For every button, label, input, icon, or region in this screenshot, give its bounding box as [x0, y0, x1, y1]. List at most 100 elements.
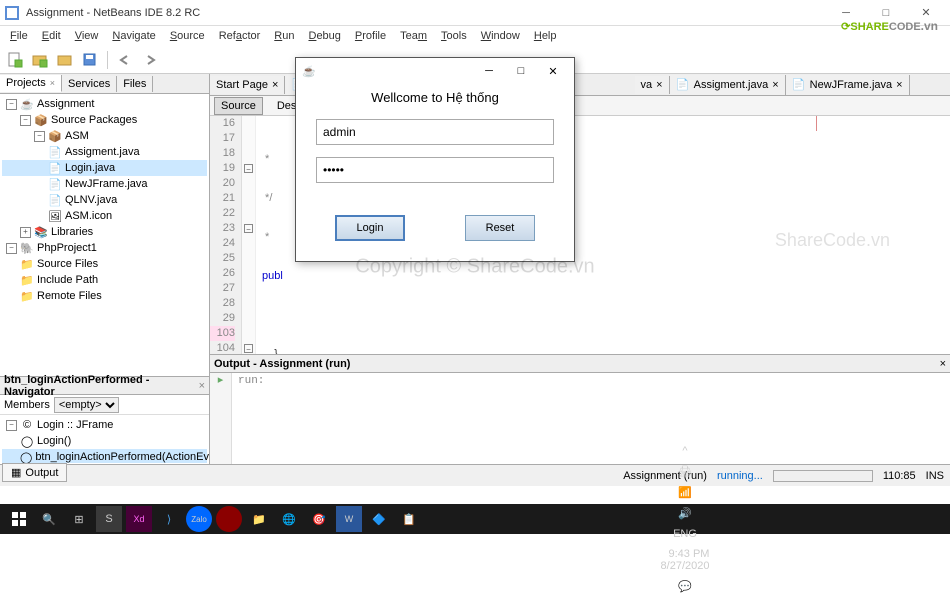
menu-source[interactable]: Source	[164, 28, 211, 44]
tree-file-asmicon[interactable]: 🖼ASM.icon	[2, 208, 207, 224]
java-icon: 📄	[48, 145, 62, 159]
output-toolbar: ▸	[210, 373, 232, 464]
menu-help[interactable]: Help	[528, 28, 563, 44]
java-icon: 📄	[48, 177, 62, 191]
nav-method-login[interactable]: ◯Login()	[2, 433, 207, 449]
login-button[interactable]: Login	[335, 215, 405, 241]
navigator-header: btn_loginActionPerformed - Navigator×	[0, 377, 209, 395]
reset-button[interactable]: Reset	[465, 215, 535, 241]
xd-icon[interactable]: Xd	[126, 506, 152, 532]
dialog-heading: Wellcome to Hệ thống	[316, 90, 554, 105]
menu-run[interactable]: Run	[268, 28, 300, 44]
tree-php-remote[interactable]: 📁Remote Files	[2, 288, 207, 304]
explorer-icon[interactable]: 📁	[246, 506, 272, 532]
members-select[interactable]: <empty>	[54, 397, 119, 413]
menu-view[interactable]: View	[69, 28, 105, 44]
open-button[interactable]	[54, 49, 76, 71]
zalo-icon[interactable]: Zalo	[186, 506, 212, 532]
project-tree[interactable]: −☕Assignment −📦Source Packages −📦ASM 📄As…	[0, 94, 209, 376]
tree-php-include[interactable]: 📁Include Path	[2, 272, 207, 288]
tree-node-phpproject[interactable]: −🐘PhpProject1	[2, 240, 207, 256]
tab-projects[interactable]: Projects×	[0, 75, 62, 92]
tree-node-source-packages[interactable]: −📦Source Packages	[2, 112, 207, 128]
tray-notifications-icon[interactable]: 💬	[678, 580, 692, 593]
menubar: File Edit View Navigate Source Refactor …	[0, 26, 950, 46]
tree-node-libraries[interactable]: +📚Libraries	[2, 224, 207, 240]
tree-file-qlnv[interactable]: 📄QLNV.java	[2, 192, 207, 208]
etab-va[interactable]: va×	[635, 76, 670, 94]
tray-printer-icon[interactable]: 🖨	[678, 465, 692, 478]
dialog-minimize-button[interactable]: ─	[474, 60, 504, 82]
tray-up-icon[interactable]: ^	[682, 445, 687, 457]
undo-button[interactable]	[114, 49, 136, 71]
tree-file-assigment[interactable]: 📄Assigment.java	[2, 144, 207, 160]
chrome-icon[interactable]: 🎯	[306, 506, 332, 532]
vscode-icon[interactable]: ⟩	[156, 506, 182, 532]
nav-method-action[interactable]: ◯btn_loginActionPerformed(ActionEvent ev…	[2, 449, 207, 463]
java-icon: ☕	[302, 65, 316, 78]
app-icon[interactable]	[216, 506, 242, 532]
sublime-icon[interactable]: S	[96, 506, 122, 532]
tree-php-source[interactable]: 📁Source Files	[2, 256, 207, 272]
start-button[interactable]	[6, 506, 32, 532]
username-input[interactable]	[316, 119, 554, 145]
method-icon: ◯	[20, 450, 32, 463]
taskbar: 🔍 ⊞ S Xd ⟩ Zalo 📁 🌐 🎯 W 🔷 📋 ^ 🖨 📶 🔊 ENG …	[0, 504, 950, 534]
tree-file-login[interactable]: 📄Login.java	[2, 160, 207, 176]
java-icon: 📄	[676, 78, 690, 92]
menu-edit[interactable]: Edit	[36, 28, 67, 44]
app2-icon[interactable]: 📋	[396, 506, 422, 532]
menu-navigate[interactable]: Navigate	[106, 28, 161, 44]
menu-team[interactable]: Team	[394, 28, 433, 44]
java-icon: 📄	[48, 193, 62, 207]
close-icon[interactable]: ×	[199, 380, 205, 392]
tray-volume-icon[interactable]: 🔊	[678, 507, 692, 520]
close-icon[interactable]: ×	[50, 78, 55, 88]
tab-files[interactable]: Files	[117, 76, 153, 92]
search-button[interactable]: 🔍	[36, 506, 62, 532]
folder-icon: 📁	[20, 273, 34, 287]
window-title: Assignment - NetBeans IDE 8.2 RC	[26, 7, 826, 19]
etab-newjframe[interactable]: 📄NewJFrame.java×	[786, 75, 910, 95]
edge-icon[interactable]: 🌐	[276, 506, 302, 532]
app-icon	[4, 5, 20, 21]
php-icon: 🐘	[20, 241, 34, 255]
save-all-button[interactable]	[79, 49, 101, 71]
subtab-source[interactable]: Source	[214, 97, 263, 115]
menu-debug[interactable]: Debug	[302, 28, 346, 44]
titlebar: Assignment - NetBeans IDE 8.2 RC ─ □ ✕	[0, 0, 950, 26]
dialog-maximize-button[interactable]: □	[506, 60, 536, 82]
tray-wifi-icon[interactable]: 📶	[678, 486, 692, 499]
nav-class[interactable]: −©Login :: JFrame	[2, 417, 207, 433]
menu-refactor[interactable]: Refactor	[213, 28, 267, 44]
run-icon[interactable]: ▸	[210, 373, 231, 391]
taskview-button[interactable]: ⊞	[66, 506, 92, 532]
tab-services[interactable]: Services	[62, 76, 117, 92]
navigator-members-row: Members <empty>	[0, 395, 209, 415]
tree-file-newjframe[interactable]: 📄NewJFrame.java	[2, 176, 207, 192]
class-icon: ©	[20, 418, 34, 432]
tray-clock[interactable]: 9:43 PM 8/27/2020	[661, 548, 710, 572]
coffee-icon: ☕	[20, 97, 34, 111]
netbeans-icon[interactable]: 🔷	[366, 506, 392, 532]
folder-icon: 📁	[20, 257, 34, 271]
tree-node-assignment[interactable]: −☕Assignment	[2, 96, 207, 112]
package-icon: 📦	[34, 113, 48, 127]
etab-startpage[interactable]: Start Page×	[210, 76, 285, 94]
new-file-button[interactable]	[4, 49, 26, 71]
menu-tools[interactable]: Tools	[435, 28, 473, 44]
dialog-close-button[interactable]: ✕	[538, 60, 568, 82]
menu-profile[interactable]: Profile	[349, 28, 392, 44]
redo-button[interactable]	[139, 49, 161, 71]
menu-file[interactable]: File	[4, 28, 34, 44]
close-icon[interactable]: ×	[940, 358, 946, 370]
output-mini-tab[interactable]: ▦Output	[2, 463, 67, 482]
new-project-button[interactable]	[29, 49, 51, 71]
etab-assigment[interactable]: 📄Assigment.java×	[670, 75, 786, 95]
word-icon[interactable]: W	[336, 506, 362, 532]
password-input[interactable]	[316, 157, 554, 183]
tree-node-asm[interactable]: −📦ASM	[2, 128, 207, 144]
menu-window[interactable]: Window	[475, 28, 526, 44]
login-dialog: ☕ ─ □ ✕ Wellcome to Hệ thống Login Reset	[295, 57, 575, 262]
fold-gutter[interactable]: −−−	[242, 116, 256, 354]
